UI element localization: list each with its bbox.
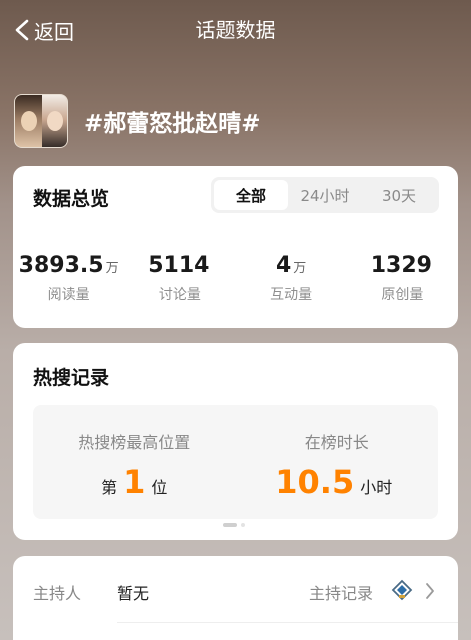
duration-unit: 小时 <box>360 478 393 497</box>
tab-30-days[interactable]: 30天 <box>362 180 436 210</box>
stat-interactions-unit: 万 <box>293 261 307 276</box>
chevron-right-icon[interactable] <box>425 582 435 600</box>
peak-suffix: 位 <box>151 478 168 497</box>
hot-search-card: 热搜记录 热搜榜最高位置 第 1 位 在榜时长 10.5 小时 <box>13 343 458 540</box>
stats-row: 3893.5 万 阅读量 5114 讨论量 4万 互动量 1329 原创量 <box>13 252 458 304</box>
stat-originals: 1329 原创量 <box>347 252 458 304</box>
top-nav-bar: 返回 话题数据 <box>0 0 471 60</box>
stat-discussions-label: 讨论量 <box>158 287 201 303</box>
host-row[interactable]: 主持人 暂无 主持记录 <box>13 579 458 604</box>
peak-prefix: 第 <box>101 478 118 497</box>
pager-dots <box>223 523 245 527</box>
host-card: 主持人 暂无 主持记录 <box>13 556 458 640</box>
peak-position: 热搜榜最高位置 第 1 位 <box>33 405 236 519</box>
duration-value: 10.5 <box>275 463 355 501</box>
tab-all[interactable]: 全部 <box>214 180 288 210</box>
stat-originals-label: 原创量 <box>381 287 424 303</box>
stat-discussions: 5114 讨论量 <box>124 252 235 304</box>
host-record-link[interactable]: 主持记录 <box>309 580 373 604</box>
host-value: 暂无 <box>117 584 150 603</box>
stat-reads: 3893.5 万 阅读量 <box>13 252 124 304</box>
tab-24-hours[interactable]: 24小时 <box>288 180 362 210</box>
time-range-segmented-control: 全部 24小时 30天 <box>211 177 439 213</box>
stat-interactions: 4万 互动量 <box>236 252 347 304</box>
stat-originals-value: 1329 <box>370 253 432 278</box>
stat-interactions-label: 互动量 <box>270 287 313 303</box>
on-list-duration: 在榜时长 10.5 小时 <box>236 405 439 519</box>
stat-reads-unit: 万 <box>105 261 119 276</box>
hot-search-panel: 热搜榜最高位置 第 1 位 在榜时长 10.5 小时 <box>33 405 438 519</box>
hot-search-title: 热搜记录 <box>33 367 110 389</box>
topic-avatar <box>14 94 68 148</box>
overview-title: 数据总览 <box>33 188 110 210</box>
duration-label: 在榜时长 <box>304 433 369 452</box>
topic-title: #郝蕾怒批赵晴# <box>84 111 261 137</box>
stat-reads-label: 阅读量 <box>47 287 90 303</box>
data-overview-card: 数据总览 全部 24小时 30天 3893.5 万 阅读量 5114 讨论量 4万… <box>13 166 458 328</box>
row-divider <box>117 622 458 623</box>
stat-interactions-value: 4 <box>275 253 292 278</box>
pager-dot-active <box>223 523 237 527</box>
pager-dot <box>241 523 245 527</box>
stat-reads-value: 3893.5 <box>18 253 104 278</box>
peak-position-label: 热搜榜最高位置 <box>78 433 191 452</box>
page-title: 话题数据 <box>195 18 276 42</box>
topic-header: #郝蕾怒批赵晴# <box>14 94 261 148</box>
host-badge-icon <box>391 579 413 601</box>
peak-position-value: 1 <box>123 463 146 501</box>
stat-discussions-value: 5114 <box>148 253 210 278</box>
host-label: 主持人 <box>33 584 82 603</box>
